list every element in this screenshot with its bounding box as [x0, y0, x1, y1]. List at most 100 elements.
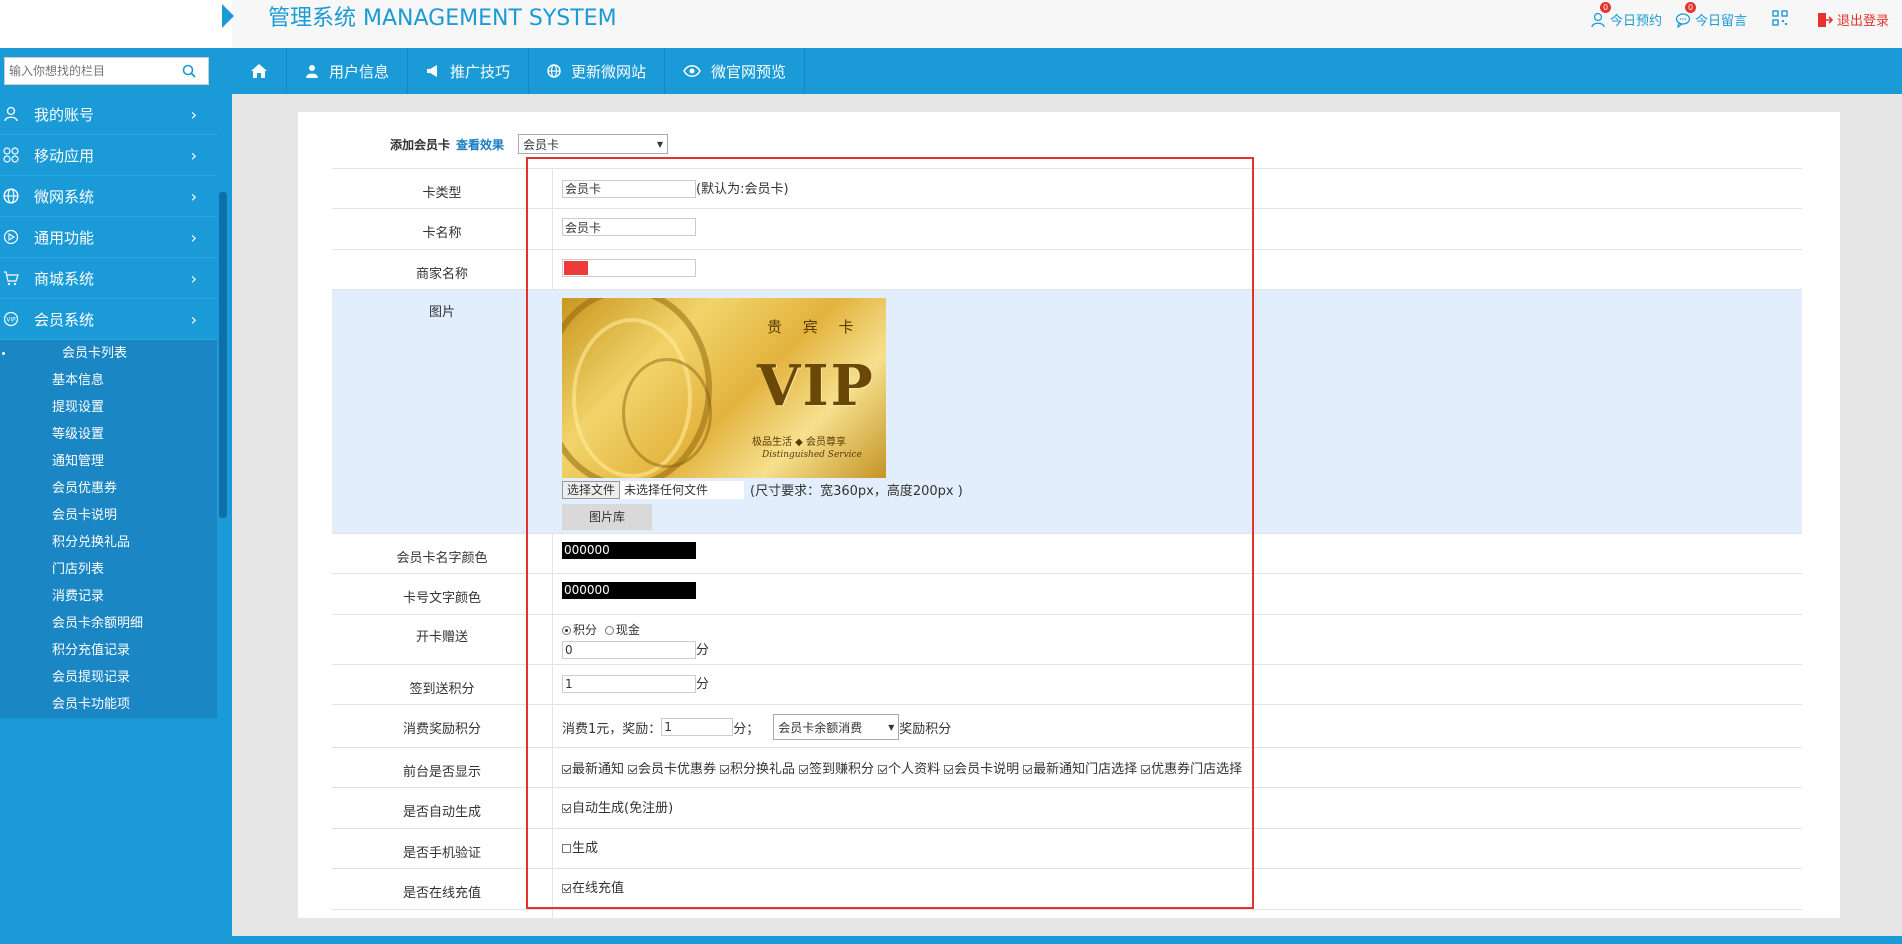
sidebar-search: [4, 57, 209, 85]
submenu-item[interactable]: 会员提现记录: [0, 664, 217, 691]
card-name-input[interactable]: [562, 218, 696, 236]
submenu-item[interactable]: 通知管理: [0, 448, 217, 475]
consume-reward-suffix: 奖励积分: [899, 721, 952, 737]
front-display-option-label: 会员卡说明: [954, 762, 1020, 777]
submenu-item[interactable]: 等级设置: [0, 421, 217, 448]
front-display-option-label: 会员卡优惠券: [638, 762, 717, 777]
front-display-checkbox[interactable]: [628, 765, 638, 774]
front-display-checkbox[interactable]: [878, 765, 888, 774]
radio-cash[interactable]: [604, 626, 614, 635]
sidebar-item-mall-system[interactable]: 商城系统 ›: [0, 258, 217, 299]
chevron-right-icon: ›: [190, 145, 197, 165]
card-tag2-text: Distinguished Service: [762, 450, 862, 460]
row-open-gift: 开卡赠送 积分 现金 分: [332, 615, 1802, 665]
front-display-checkbox[interactable]: [562, 765, 571, 774]
submenu-item[interactable]: 提现设置: [0, 394, 217, 421]
nav-website-preview[interactable]: 微官网预览: [665, 48, 806, 94]
front-display-checkbox[interactable]: [1023, 765, 1033, 774]
phone-verify-option: 生成: [572, 841, 599, 856]
front-display-checkbox[interactable]: [1141, 765, 1151, 774]
sidebar-item-micro-site[interactable]: 微网系统 ›: [0, 176, 217, 217]
user-icon: [306, 65, 318, 78]
chevron-right-icon: ›: [190, 309, 197, 329]
radio-points-label: 积分: [573, 623, 598, 637]
front-display-option-label: 个人资料: [888, 762, 941, 777]
front-display-checkbox[interactable]: [944, 765, 954, 774]
row-phone-verify: 是否手机验证 生成: [332, 829, 1802, 869]
submenu-item[interactable]: 积分兑换礼品: [0, 529, 217, 556]
card-type-select[interactable]: 会员卡 ▾: [518, 134, 669, 154]
search-input[interactable]: [5, 59, 175, 83]
form-panel: 添加会员卡 查看效果 会员卡 ▾ 卡类型 (默认为:会员卡) 卡名称 商家名称: [298, 112, 1840, 918]
sidebar-item-common-functions[interactable]: 通用功能 ›: [0, 217, 217, 258]
submenu-item[interactable]: 积分充值记录: [0, 637, 217, 664]
phone-verify-checkbox[interactable]: [562, 844, 571, 853]
submenu-item[interactable]: 会员卡列表: [0, 340, 217, 367]
number-color-input[interactable]: 000000: [562, 582, 696, 599]
merchant-name-input[interactable]: [562, 259, 696, 277]
front-display-option-label: 优惠券门店选择: [1151, 762, 1243, 777]
consume-reward-input[interactable]: [661, 718, 734, 736]
view-effect-link[interactable]: 查看效果: [456, 136, 504, 153]
bottom-bar: [232, 936, 1902, 944]
app-title: 管理系统 MANAGEMENT SYSTEM: [268, 6, 617, 31]
online-recharge-checkbox[interactable]: [562, 884, 571, 893]
file-picker: 选择文件 未选择任何文件 (尺寸要求：宽360px，高度200px ): [562, 480, 963, 499]
sidebar: 我的账号 › 移动应用 › 微网系统 › 通用功能 › 商城系统 › VIP 会…: [0, 94, 232, 944]
member-submenu: 会员卡列表 基本信息 提现设置 等级设置 通知管理 会员优惠券 会员卡说明 积分兑换礼品 门店列…: [0, 340, 217, 718]
submenu-item[interactable]: 会员卡功能项: [0, 691, 217, 718]
nav-promotion-tips[interactable]: 推广技巧: [408, 48, 530, 94]
chat-bubble-icon: 0: [1675, 1, 1696, 29]
row-number-color: 卡号文字颜色 000000: [332, 574, 1802, 615]
nav-promotion-tips-label: 推广技巧: [450, 62, 511, 81]
signin-points-input[interactable]: [562, 675, 696, 693]
open-gift-input[interactable]: [562, 641, 696, 659]
sidebar-item-mobile-apps[interactable]: 移动应用 ›: [0, 135, 217, 176]
front-display-checkbox[interactable]: [720, 765, 730, 774]
radio-points[interactable]: [562, 626, 571, 635]
sidebar-scrollbar[interactable]: [219, 192, 227, 518]
open-gift-unit: 分: [696, 643, 710, 658]
sidebar-item-member-system[interactable]: VIP 会员系统 ›: [0, 299, 217, 340]
front-display-option-label: 最新通知: [572, 762, 625, 777]
home-icon: [251, 64, 267, 78]
svg-text:VIP: VIP: [6, 317, 16, 324]
today-appointment-link[interactable]: 0 今日预约: [1590, 1, 1663, 29]
redacted-block: [564, 261, 588, 275]
submenu-item[interactable]: 会员卡余额明细: [0, 610, 217, 637]
nav-website-preview-label: 微官网预览: [711, 62, 787, 81]
row-card-name: 卡名称: [332, 209, 1802, 250]
gallery-button[interactable]: 图片库: [562, 504, 652, 530]
submenu-item[interactable]: 消费记录: [0, 583, 217, 610]
play-icon: [3, 229, 19, 245]
submenu-item[interactable]: 门店列表: [0, 556, 217, 583]
nav-update-website[interactable]: 更新微网站: [529, 48, 666, 94]
search-icon[interactable]: [175, 58, 203, 84]
front-display-checkbox[interactable]: [799, 765, 809, 774]
nav-user-info[interactable]: 用户信息: [287, 48, 409, 94]
nav-user-info-label: 用户信息: [329, 62, 390, 81]
today-message-link[interactable]: 0 今日留言: [1675, 1, 1747, 29]
dropdown-arrow-icon: ▾: [657, 137, 664, 151]
sidebar-item-label: 通用功能: [34, 228, 95, 247]
today-appointment-label: 今日预约: [1610, 14, 1663, 29]
globe-icon: [547, 64, 561, 78]
name-color-input[interactable]: 000000: [562, 542, 696, 559]
submenu-item[interactable]: 会员优惠券: [0, 475, 217, 502]
qrcode-button[interactable]: [1772, 10, 1788, 26]
choose-file-button[interactable]: 选择文件: [562, 480, 621, 499]
auto-generate-option: 自动生成(免注册): [572, 801, 674, 816]
apps-icon: [3, 147, 19, 163]
card-type-input[interactable]: [562, 179, 696, 198]
sidebar-item-my-account[interactable]: 我的账号 ›: [0, 94, 217, 135]
logout-link[interactable]: 退出登录: [1817, 10, 1889, 29]
consume-type-select[interactable]: 会员卡余额消费 ▾: [773, 714, 900, 740]
eye-icon: [683, 65, 701, 77]
vip-card-image: 贵 宾 卡 VIP 极品生活 ◆ 会员尊享 Distinguished Serv…: [562, 298, 886, 478]
submenu-item[interactable]: 基本信息: [0, 367, 217, 394]
auto-generate-checkbox[interactable]: [562, 804, 571, 813]
top-header: 管理系统 MANAGEMENT SYSTEM 0 今日预约 0 今日留言 退出登…: [0, 0, 1902, 48]
card-type-label: 卡类型: [422, 186, 462, 201]
nav-home[interactable]: [232, 48, 287, 94]
submenu-item[interactable]: 会员卡说明: [0, 502, 217, 529]
